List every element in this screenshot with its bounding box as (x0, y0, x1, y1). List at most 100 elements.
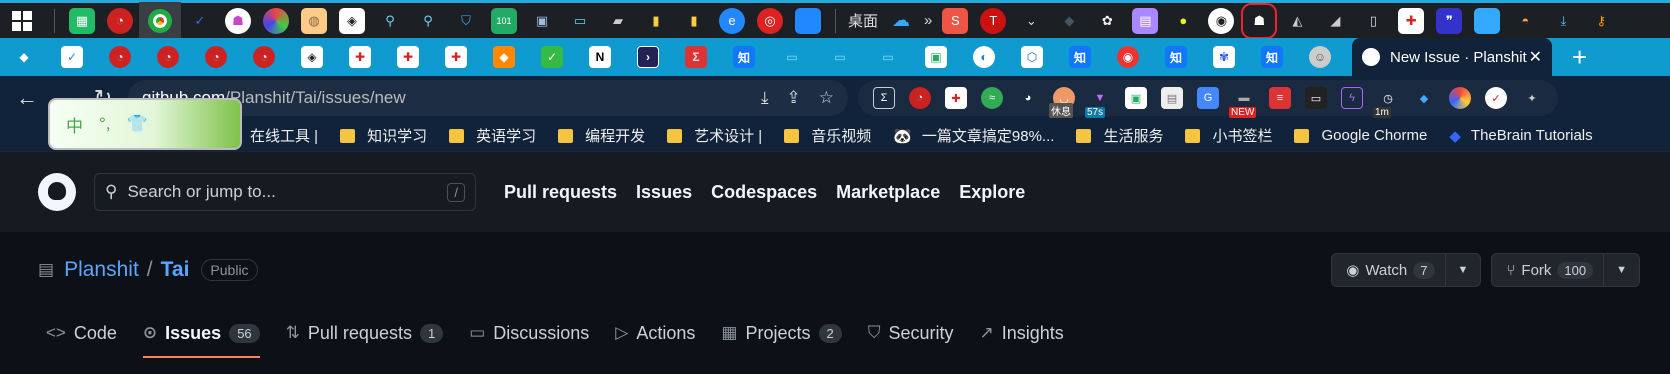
tab-insights[interactable]: ↗ Insights (980, 308, 1064, 358)
chevron-down-icon[interactable]: ▼ (1603, 254, 1639, 286)
bookmark-folder[interactable]: 英语学习 (449, 125, 536, 146)
bookmark-link[interactable]: 🐼 一篇文章搞定98%... (893, 125, 1054, 146)
laptop-icon[interactable]: ▭ (567, 8, 593, 34)
taskbar-overflow-button[interactable]: » (924, 12, 932, 29)
magnifier-icon[interactable]: ⚲ (377, 8, 403, 34)
tab-issues[interactable]: ⊙ Issues 56 (142, 308, 260, 358)
glasses-ext-icon[interactable]: ◕ (1017, 87, 1039, 109)
translate-ext-icon[interactable]: G (1197, 87, 1219, 109)
bookmark-folder[interactable]: 艺术设计 | (667, 125, 762, 146)
ghost-icon[interactable]: ☗ (225, 7, 251, 34)
code-ext-icon[interactable]: ▭ (1305, 87, 1327, 109)
ghost-tray-icon[interactable]: ☗ (1241, 2, 1278, 39)
calculator-icon[interactable]: 101 (491, 7, 517, 34)
nav-explore[interactable]: Explore (959, 182, 1025, 203)
close-tab-icon[interactable]: ✕ (1529, 47, 1542, 67)
terminal-icon[interactable]: › (637, 46, 659, 68)
ime-chinese-mode[interactable]: 中 (66, 112, 83, 137)
photos-icon[interactable]: ▦ (69, 7, 95, 34)
speed-icon[interactable]: ◔ (157, 46, 179, 68)
swim-ext-icon[interactable]: ≈ (981, 87, 1003, 109)
clock-ext-icon[interactable]: ◷ 1m (1373, 87, 1399, 118)
nav-pull-requests[interactable]: Pull requests (504, 182, 617, 203)
paw-icon[interactable]: ✾ (1213, 46, 1235, 68)
wolf-icon[interactable]: ◈ (339, 7, 365, 34)
wolf-icon[interactable]: ◈ (301, 46, 323, 68)
nav-issues[interactable]: Issues (636, 182, 692, 203)
blue-icon[interactable] (1474, 7, 1501, 34)
quote-icon[interactable]: ❞ (1436, 7, 1463, 34)
chevron-down-icon[interactable]: ▼ (1444, 254, 1481, 286)
tv-icon[interactable]: ▭ (877, 46, 899, 68)
fox-icon[interactable]: ◓ (1512, 8, 1538, 34)
speed-ext-icon[interactable]: ◔ (909, 87, 931, 109)
back-icon[interactable]: ← (8, 85, 46, 111)
speed-icon[interactable]: ◔ (205, 46, 227, 68)
wolf2-icon[interactable]: ◢ (1322, 8, 1348, 34)
rest-ext-icon[interactable]: ◡ 休息 (1049, 87, 1075, 118)
watch-button[interactable]: ◉ Watch 7 ▼ (1331, 253, 1482, 287)
bookmark-icon[interactable]: ▮ (643, 8, 669, 34)
ime-skin-icon[interactable]: 👕 (127, 114, 148, 134)
windows-start-icon[interactable] (12, 10, 32, 31)
zhihu-icon[interactable]: 知 (733, 46, 755, 68)
drop-icon[interactable]: ◐ (973, 46, 995, 68)
timer-ext-icon[interactable]: ▼ 57s (1085, 87, 1111, 118)
clock-icon[interactable]: ◉ (1208, 7, 1235, 34)
bookmark-folder[interactable]: 编程开发 (558, 125, 645, 146)
tab-new-issue[interactable]: New Issue · Planshit ✕ (1352, 38, 1552, 76)
bookmark-folder[interactable]: 生活服务 (1076, 125, 1163, 146)
brain-icon[interactable]: ✿ (1094, 8, 1120, 34)
share-icon[interactable]: ⇪ (787, 88, 801, 108)
bookmark-folder[interactable]: 知识学习 (340, 125, 427, 146)
cat2-icon[interactable]: ◭ (1284, 8, 1310, 34)
key-icon[interactable]: ⚷ (1588, 8, 1614, 34)
fork-button[interactable]: ⑂ Fork 100 ▼ (1491, 253, 1640, 287)
mouse-icon[interactable]: ▯ (1360, 8, 1386, 34)
ime-punctuation-mode[interactable]: °, (99, 114, 111, 134)
sogou-icon[interactable]: S (942, 7, 969, 34)
bookmark-folder[interactable]: 音乐视频 (784, 125, 871, 146)
plus-icon[interactable]: ✚ (445, 46, 467, 68)
tab-projects[interactable]: ▦ Projects 2 (721, 308, 842, 358)
search-input[interactable]: ⚲ Search or jump to... / (94, 173, 476, 211)
pie-ext-icon[interactable] (1449, 87, 1471, 109)
tab-pull-requests[interactable]: ⇅ Pull requests 1 (286, 308, 444, 358)
chrome-icon[interactable] (139, 1, 181, 40)
shield-icon[interactable]: ⛉ (453, 8, 479, 34)
plus-icon[interactable]: ✚ (349, 46, 371, 68)
tab-code[interactable]: <> Code (46, 308, 117, 358)
magnifier2-icon[interactable]: ⚲ (415, 8, 441, 34)
speed-icon[interactable]: ◔ (107, 7, 133, 34)
desktop-toolbar-label[interactable]: 桌面 (848, 10, 878, 31)
todo-icon[interactable]: ✓ (187, 8, 213, 34)
tab-discussions[interactable]: ▭ Discussions (469, 308, 589, 358)
folder-ext-icon[interactable]: ▬ NEW (1229, 87, 1257, 118)
plus-icon[interactable]: ✚ (397, 46, 419, 68)
github-logo-icon[interactable] (38, 173, 76, 211)
bookmark-folder[interactable]: Google Chorme (1294, 127, 1427, 144)
sheet-icon[interactable]: ▣ (925, 46, 947, 68)
netease-icon[interactable]: ◎ (757, 7, 783, 34)
speed-icon[interactable]: ◔ (253, 46, 275, 68)
weibo-icon[interactable]: ◉ (1117, 46, 1139, 68)
plus-ext-icon[interactable]: ✚ (945, 87, 967, 109)
repo-name-link[interactable]: Tai (161, 258, 190, 282)
bookmark-link[interactable]: ◆ TheBrain Tutorials (1449, 127, 1592, 145)
chevron-icon[interactable]: ⌄ (1018, 8, 1044, 34)
purple-icon[interactable]: ▤ (1132, 7, 1159, 34)
nav-codespaces[interactable]: Codespaces (711, 182, 817, 203)
yellow-icon[interactable]: ● (1170, 8, 1196, 34)
zhihu-icon[interactable]: 知 (1165, 46, 1187, 68)
list-ext-icon[interactable]: ≡ (1269, 87, 1291, 109)
cat-icon[interactable]: ◆ (1056, 8, 1082, 34)
notes-icon[interactable]: ◍ (301, 7, 327, 34)
new-tab-button[interactable]: + (1572, 42, 1587, 73)
tv-icon[interactable]: ▭ (781, 46, 803, 68)
bookmark2-icon[interactable]: ▮ (681, 8, 707, 34)
check-icon[interactable]: ✓ (61, 46, 83, 68)
plus-icon[interactable]: ✚ (1398, 7, 1425, 34)
bolt-ext-icon[interactable]: ϟ (1341, 87, 1363, 109)
green-check-icon[interactable]: ✓ (541, 46, 563, 68)
puzzle-ext-icon[interactable]: ✦ (1521, 87, 1543, 109)
